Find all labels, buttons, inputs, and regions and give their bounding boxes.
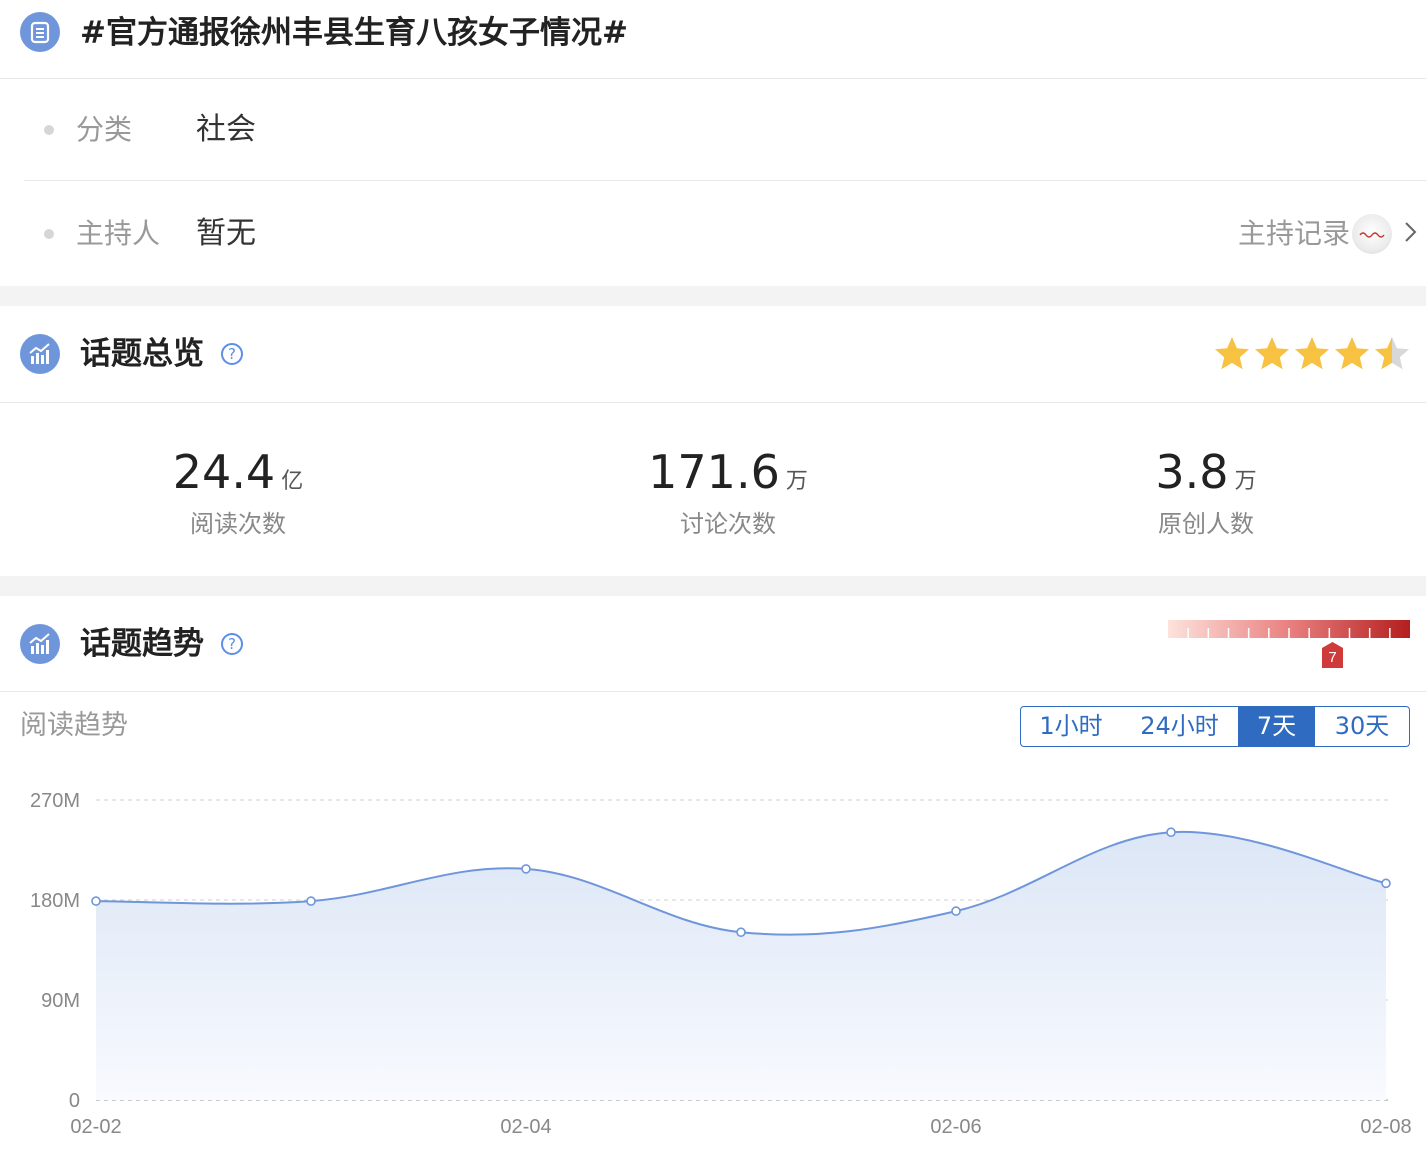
x-tick-label: 02-04 [500, 1116, 551, 1138]
stat-discussions: 171.6 万 讨论次数 [590, 446, 866, 540]
data-point [1381, 878, 1391, 889]
host-avatar [1352, 214, 1393, 254]
host-record-label: 主持记录 [1238, 217, 1351, 250]
star-icon [1335, 337, 1369, 370]
rating-stars [1212, 334, 1412, 374]
help-icon[interactable]: ? [221, 343, 243, 365]
range-1h[interactable]: 1小时 [1021, 707, 1121, 746]
heat-level-bar [1168, 620, 1410, 638]
host-label: 主持人 [76, 217, 161, 250]
y-tick-label: 180M [30, 890, 80, 912]
divider [0, 402, 1426, 403]
x-tick-label: 02-06 [930, 1116, 981, 1138]
stat-label: 原创人数 [1158, 510, 1254, 538]
category-label: 分类 [76, 113, 133, 146]
divider [0, 691, 1426, 692]
stat-value: 24.4 亿 [172, 445, 304, 499]
y-tick-label: 270M [30, 790, 80, 812]
data-point [736, 927, 746, 938]
range-7d[interactable]: 7天 [1238, 707, 1315, 746]
y-tick-label: 90M [41, 990, 80, 1012]
read-trend-chart: 0 90M 180M 270M 02-02 02-04 02-06 02-08 [30, 790, 1412, 1138]
stat-value: 3.8 万 [1155, 445, 1257, 499]
stat-value: 171.6 万 [648, 445, 808, 499]
x-tick-label: 02-02 [70, 1116, 121, 1138]
section-gap [0, 286, 1426, 306]
topic-title: #官方通报徐州丰县生育八孩女子情况# [80, 15, 628, 51]
host-record-link[interactable]: 主持记录 [1238, 214, 1418, 254]
stat-reads: 24.4 亿 阅读次数 [100, 446, 376, 540]
list-icon [20, 12, 60, 52]
chart-icon [20, 624, 60, 664]
host-value: 暂无 [196, 216, 256, 251]
bullet-dot [44, 125, 54, 135]
data-point [521, 864, 531, 874]
star-icon [1215, 337, 1249, 370]
stat-creators: 3.8 万 原创人数 [1068, 446, 1344, 540]
range-selector[interactable]: 1小时 24小时 7天 30天 [1020, 706, 1410, 747]
heat-level-badge: 7 [1322, 642, 1343, 668]
category-value: 社会 [196, 112, 256, 147]
chart-icon [20, 334, 60, 374]
bullet-dot [44, 229, 54, 239]
read-trend-label: 阅读趋势 [20, 710, 128, 741]
data-point [1166, 827, 1176, 838]
heat-level-value: 7 [1328, 649, 1337, 666]
range-30d[interactable]: 30天 [1315, 707, 1409, 746]
data-point [951, 906, 961, 916]
star-icon [1255, 337, 1289, 370]
data-point [306, 896, 316, 906]
section-gap [0, 576, 1426, 596]
data-point [91, 896, 101, 906]
range-24h[interactable]: 24小时 [1121, 707, 1238, 746]
y-tick-label: 0 [69, 1090, 80, 1112]
stat-label: 讨论次数 [680, 510, 776, 538]
star-icon [1375, 337, 1409, 370]
area-fill [96, 831, 1386, 1100]
overview-title: 话题总览 [80, 336, 204, 372]
trend-title: 话题趋势 [80, 626, 204, 662]
help-icon[interactable]: ? [221, 633, 243, 655]
chevron-right-icon [1404, 220, 1418, 248]
x-tick-label: 02-08 [1360, 1116, 1411, 1138]
stat-label: 阅读次数 [190, 510, 286, 538]
star-icon [1295, 337, 1329, 370]
divider [24, 180, 1426, 181]
divider [0, 78, 1426, 79]
